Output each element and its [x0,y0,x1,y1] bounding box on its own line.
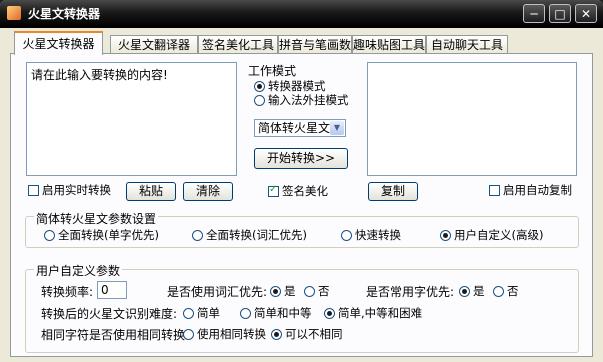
same-char-different-radio[interactable]: 可以不相同 [271,326,343,342]
frequency-label: 转换频率: [41,285,94,299]
copy-button[interactable]: 复制 [368,182,418,201]
tab-auto-chat[interactable]: 自动聊天工具 [426,35,508,53]
radio-dot [341,230,352,241]
common-char-no-radio[interactable]: 否 [493,283,519,299]
chevron-down-icon: ▼ [330,121,344,135]
tab-signature-tool[interactable]: 签名美化工具 [198,35,278,53]
radio-dot [254,95,265,106]
app-window: 火星文转换器 ─ □ ✕ 火星文转换器 火星文翻译器 签名美化工具 拼音与笔画数… [0,0,603,362]
param-custom-radio[interactable]: 用户自定义(高级) [440,227,543,243]
radio-dot [44,230,55,241]
work-mode-label: 工作模式 [248,64,297,78]
difficulty-label: 转换后的火星文识别难度: [41,307,178,321]
close-button[interactable]: ✕ [575,4,597,23]
radio-dot [271,329,282,340]
radio-dot [254,81,265,92]
tab-mars-converter[interactable]: 火星文转换器 [14,31,103,55]
auto-copy-checkbox[interactable]: 启用自动复制 [489,182,572,198]
radio-dot [192,230,203,241]
radio-dot [493,286,504,297]
clear-button[interactable]: 清除 [183,182,233,201]
checkbox-box [28,185,39,196]
maximize-button[interactable]: □ [549,4,571,23]
radio-dot [459,286,470,297]
user-params-title: 用户自定义参数 [34,262,123,279]
start-convert-button[interactable]: 开始转换>> [254,148,348,169]
same-char-same-radio[interactable]: 使用相同转换 [183,326,266,342]
param-fast-radio[interactable]: 快速转换 [341,227,401,243]
signature-beautify-checkbox[interactable]: 签名美化 [268,183,328,199]
tab-mars-translator[interactable]: 火星文翻译器 [110,35,198,53]
use-vocab-yes-radio[interactable]: 是 [270,283,296,299]
param-full-char-radio[interactable]: 全面转换(单字优先) [44,227,159,243]
output-text-area[interactable] [367,62,577,176]
radio-dot [440,230,451,241]
title-bar[interactable]: 火星文转换器 ─ □ ✕ [0,0,603,28]
difficulty-hard-radio[interactable]: 简单,中等和困难 [324,305,422,321]
mode-ime-radio[interactable]: 输入法外挂模式 [254,92,349,108]
frequency-input[interactable]: 0 [97,281,127,299]
difficulty-medium-radio[interactable]: 简单和中等 [240,305,312,321]
realtime-convert-checkbox[interactable]: 启用实时转换 [28,182,111,198]
common-char-label: 是否常用字优先: [366,285,455,299]
window-title: 火星文转换器 [28,7,101,21]
tab-sticker-tool[interactable]: 趣味贴图工具 [352,35,426,53]
use-vocab-label: 是否使用词汇优先: [167,285,268,299]
radio-dot [324,308,335,319]
same-char-label: 相同字符是否使用相同转换: [41,328,190,342]
radio-dot [304,286,315,297]
checkbox-box [268,184,279,197]
radio-dot [183,308,194,319]
checkbox-box [489,185,500,196]
radio-dot [240,308,251,319]
tab-pinyin-strokes[interactable]: 拼音与笔画数 [278,35,352,53]
radio-dot [270,286,281,297]
radio-dot [183,329,194,340]
app-icon [7,6,21,20]
minimize-button[interactable]: ─ [523,4,545,23]
conversion-params-title: 简体转火星文参数设置 [34,210,159,227]
param-full-vocab-radio[interactable]: 全面转换(词汇优先) [192,227,307,243]
conversion-direction-select[interactable]: 简体转火星文 ▼ [254,119,346,137]
difficulty-easy-radio[interactable]: 简单 [183,305,220,321]
paste-button[interactable]: 粘贴 [126,182,176,201]
tab-panel: 请在此输入要转换的内容! 工作模式 转换器模式 输入法外挂模式 简体转火星文 ▼… [10,53,593,357]
common-char-yes-radio[interactable]: 是 [459,283,485,299]
source-text-input[interactable]: 请在此输入要转换的内容! [26,62,237,176]
use-vocab-no-radio[interactable]: 否 [304,283,330,299]
